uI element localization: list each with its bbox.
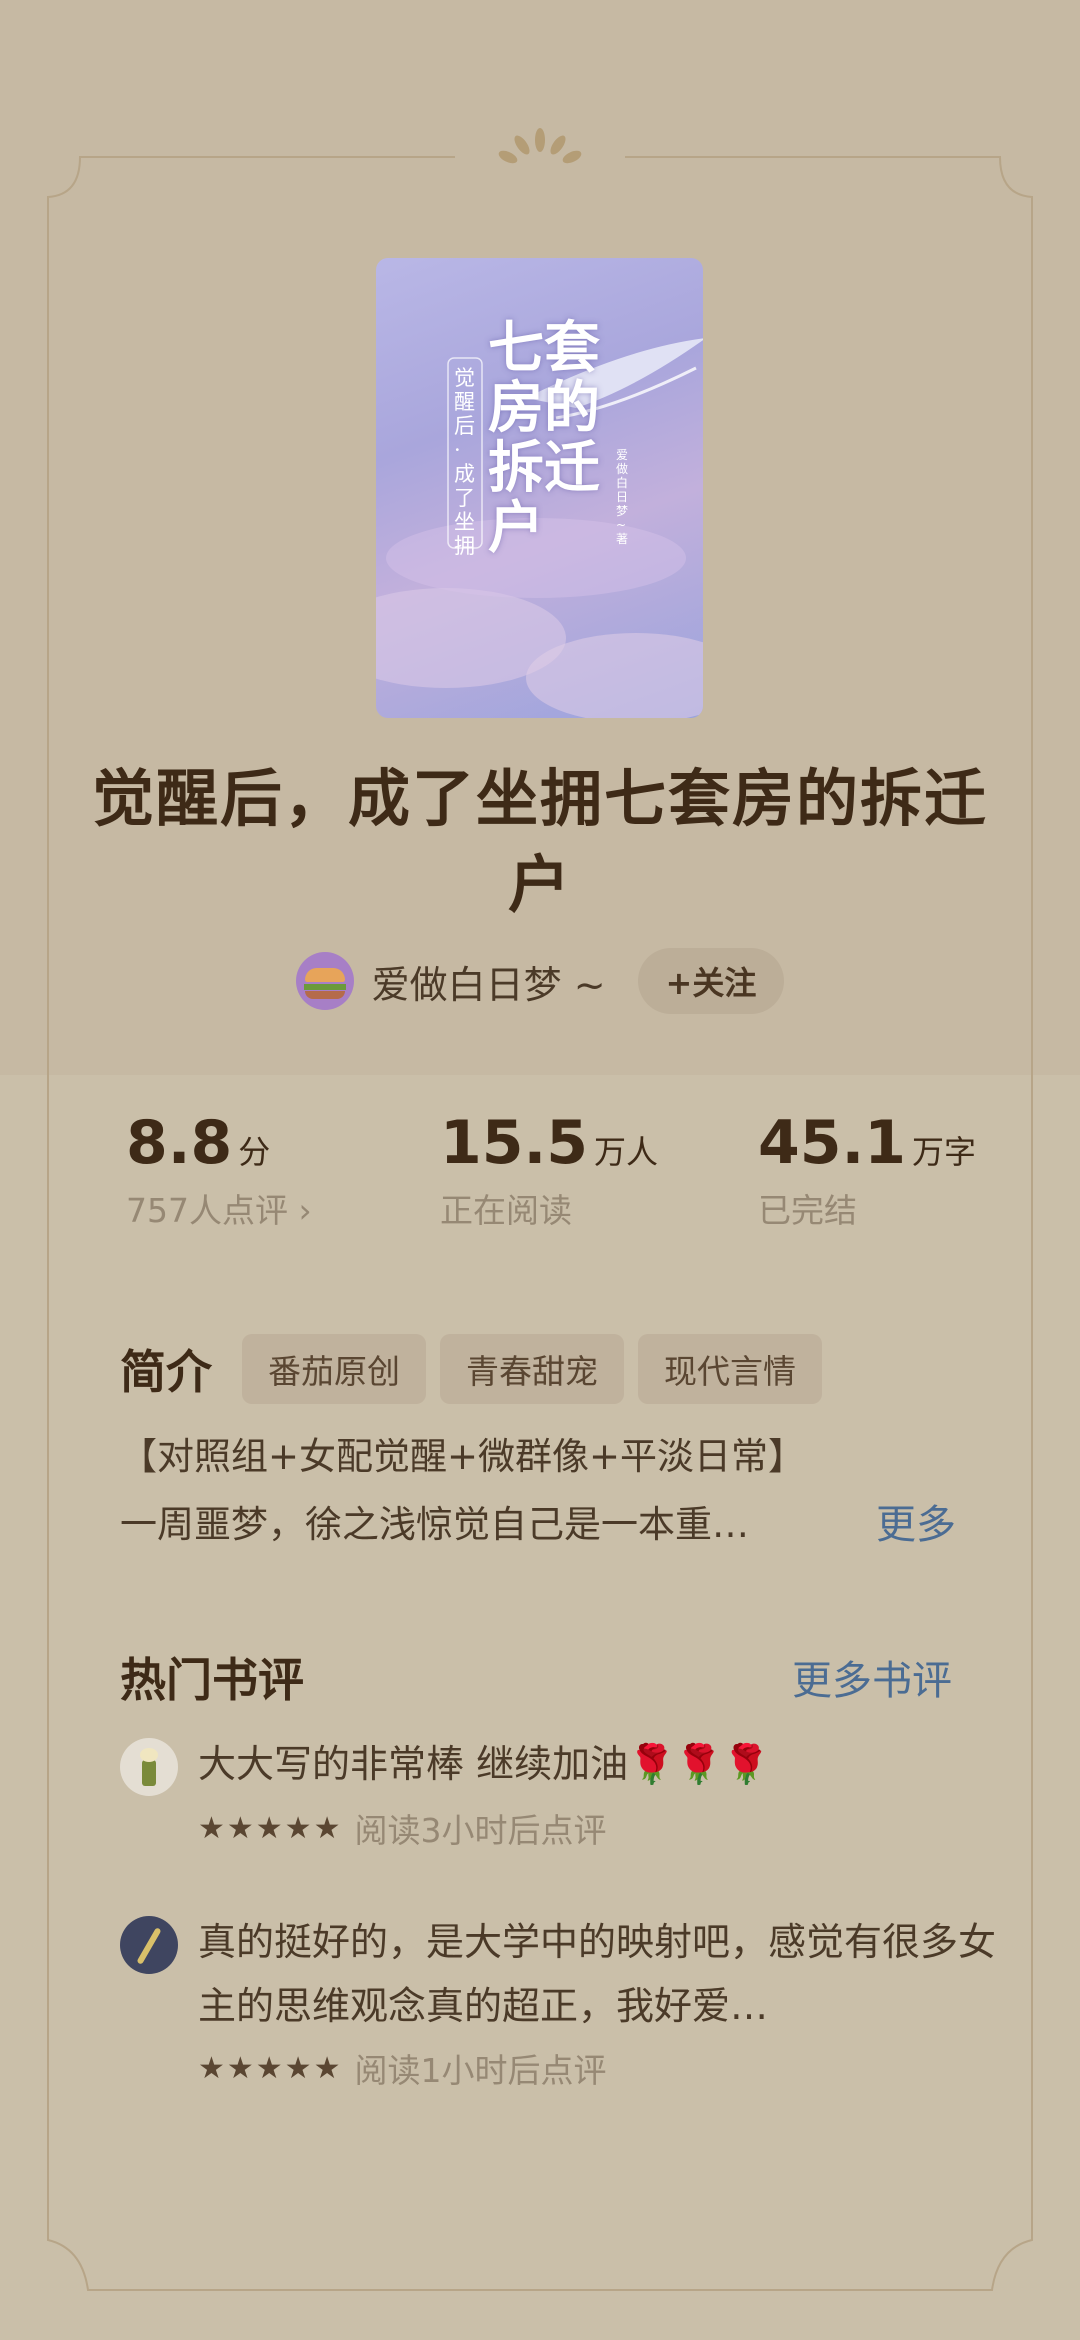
- tag-chip[interactable]: 番茄原创: [242, 1334, 426, 1404]
- reviewer-avatar[interactable]: [120, 1738, 178, 1796]
- rating-stars: ★★★★★: [198, 2050, 343, 2086]
- review-meta: ★★★★★ 阅读1小时后点评: [198, 2044, 606, 2092]
- stat-words: 45.1 万字 已完结: [758, 1108, 976, 1232]
- rating-stars: ★★★★★: [198, 1810, 343, 1846]
- intro-more-link[interactable]: 更多: [876, 1492, 956, 1550]
- stat-unit: 万人: [594, 1133, 659, 1171]
- intro-header: 简介 番茄原创 青春甜宠 现代言情: [120, 1334, 822, 1404]
- stats-row: 8.8 分 757人点评 › 15.5 万人 正在阅读 45.1 万字 已完结: [0, 1108, 1080, 1248]
- intro-text-line: 一周噩梦，徐之浅惊觉自己是一本重…: [120, 1503, 749, 1546]
- author-name[interactable]: 爱做白日梦 ~: [372, 954, 606, 1009]
- stat-value: 45.1: [758, 1108, 907, 1178]
- author-avatar[interactable]: [295, 952, 354, 1010]
- stat-unit: 分: [238, 1133, 271, 1171]
- review-time: 阅读3小时后点评: [354, 1811, 607, 1850]
- intro-text-line: 【对照组+女配觉醒+微群像+平淡日常】: [120, 1435, 806, 1478]
- tag-chip[interactable]: 青春甜宠: [440, 1334, 624, 1404]
- reviewer-avatar[interactable]: [120, 1916, 178, 1974]
- review-meta: ★★★★★ 阅读3小时后点评: [198, 1804, 606, 1852]
- more-reviews-link[interactable]: 更多书评: [792, 1648, 952, 1706]
- cover-vertical-subtitle: 觉醒后·成了坐拥: [454, 366, 475, 558]
- intro-title: 简介: [120, 1345, 212, 1399]
- cover-small-author: 爱做白日梦~著: [616, 448, 629, 546]
- stat-label: 已完结: [758, 1191, 857, 1230]
- stat-label: 正在阅读: [440, 1191, 572, 1230]
- stat-unit: 万字: [912, 1133, 977, 1171]
- stat-value: 15.5: [440, 1108, 589, 1178]
- book-cover[interactable]: 七套房的拆迁户 觉醒后·成了坐拥 爱做白日梦~著: [376, 258, 703, 718]
- stat-rating[interactable]: 8.8 分 757人点评 ›: [126, 1108, 312, 1232]
- stat-label: 757人点评 ›: [126, 1191, 312, 1230]
- follow-button[interactable]: +关注: [637, 948, 785, 1014]
- review-text: 大大写的非常棒 继续加油🌹🌹🌹: [198, 1742, 771, 1786]
- review-text: 真的挺好的，是大学中的映射吧，感觉有很多女主的思维观念真的超正，我好爱…: [198, 1920, 997, 2028]
- stat-readers: 15.5 万人 正在阅读: [440, 1108, 658, 1232]
- book-title: 觉醒后，成了坐拥七套房的拆迁户: [91, 762, 988, 921]
- review-item[interactable]: 大大写的非常棒 继续加油🌹🌹🌹 ★★★★★ 阅读3小时后点评: [120, 1738, 960, 1858]
- review-item[interactable]: 真的挺好的，是大学中的映射吧，感觉有很多女主的思维观念真的超正，我好爱… ★★★…: [120, 1916, 996, 2096]
- tag-chip[interactable]: 现代言情: [638, 1334, 822, 1404]
- stat-value: 8.8: [126, 1108, 233, 1178]
- review-time: 阅读1小时后点评: [354, 2051, 607, 2090]
- author-row: 爱做白日梦 ~ +关注: [0, 946, 1080, 1016]
- cover-big-title: 七套房的拆迁户: [488, 315, 600, 561]
- reviews-title: 热门书评: [120, 1653, 304, 1707]
